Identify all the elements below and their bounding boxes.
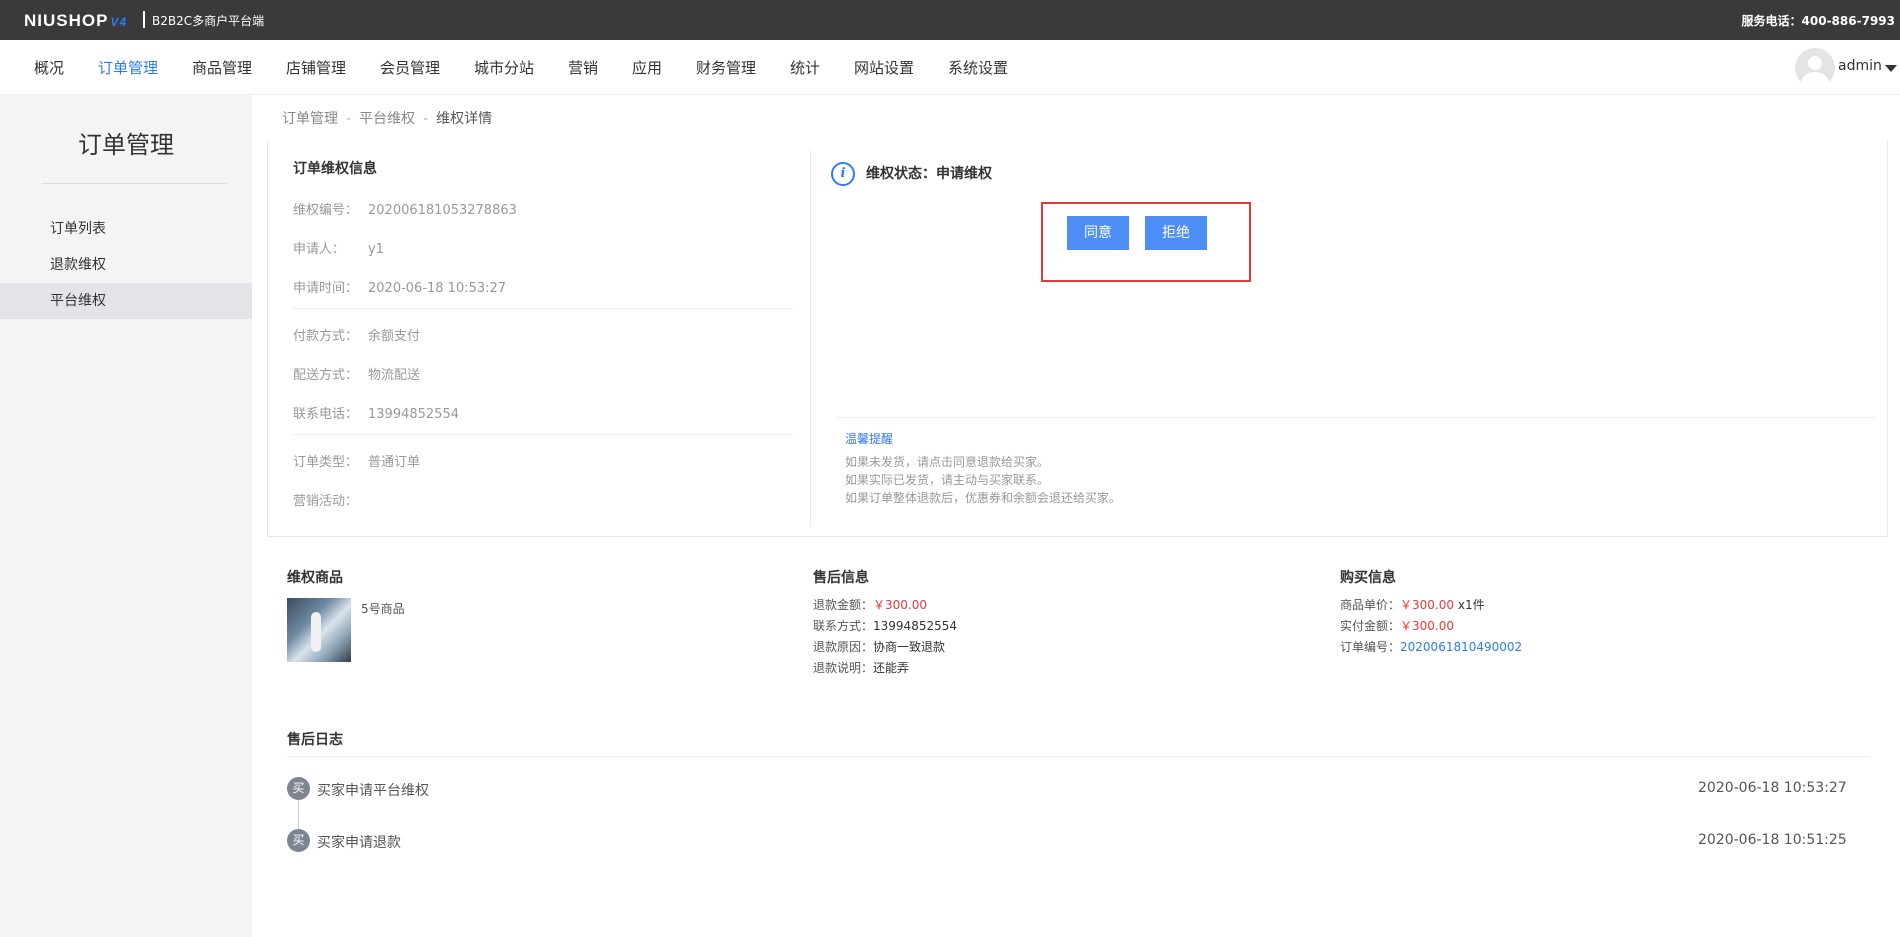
agree-button[interactable]: 同意 [1067, 216, 1129, 250]
paid-amount: ￥300.00 [1400, 619, 1455, 633]
purchase-section-title: 购买信息 [1340, 570, 1396, 586]
nav-overview[interactable]: 概况 [34, 57, 64, 78]
refund-remark: 还能弄 [873, 661, 910, 675]
buyer-badge-icon: 买 [287, 777, 310, 800]
tip-text: 如果订单整体退款后，优惠券和余额会退还给买家。 [845, 491, 1122, 505]
chevron-down-icon[interactable] [1885, 65, 1897, 72]
nav-member-management[interactable]: 会员管理 [380, 57, 440, 78]
reject-button[interactable]: 拒绝 [1145, 216, 1207, 250]
unit-price: ￥300.00 [1400, 598, 1455, 612]
unit-price-row: 商品单价：￥300.00 x1件 [1340, 598, 1485, 612]
after-sale-section-title: 售后信息 [813, 570, 869, 586]
divider [293, 434, 793, 435]
log-entry-text: 买家申请平台维权 [317, 783, 429, 799]
nav-apps[interactable]: 应用 [632, 57, 662, 78]
contact-phone: 13994852554 [368, 407, 459, 422]
timeline-connector [298, 800, 299, 832]
nav-order-management[interactable]: 订单管理 [98, 57, 158, 78]
order-type-row: 订单类型： 普通订单 [293, 455, 421, 470]
nav-shop-management[interactable]: 店铺管理 [286, 57, 346, 78]
nav-goods-management[interactable]: 商品管理 [192, 57, 252, 78]
payment-method-row: 付款方式： 余额支付 [293, 329, 421, 344]
apply-time: 2020-06-18 10:53:27 [368, 281, 507, 296]
refund-amount-row: 退款金额：￥300.00 [813, 598, 928, 612]
panel-divider [810, 150, 811, 526]
sidebar-item-order-list[interactable]: 订单列表 [0, 211, 252, 247]
sidebar-divider [42, 183, 227, 184]
delivery-method: 物流配送 [368, 368, 421, 383]
contact-phone-row: 联系电话： 13994852554 [293, 407, 459, 422]
delivery-method-row: 配送方式： 物流配送 [293, 368, 421, 383]
goods-section-title: 维权商品 [287, 570, 343, 586]
user-name[interactable]: admin [1838, 58, 1882, 74]
apply-time-row: 申请时间： 2020-06-18 10:53:27 [293, 281, 507, 296]
rights-info-title: 订单维权信息 [293, 161, 377, 177]
log-entry-text: 买家申请退款 [317, 835, 401, 851]
nav-system-settings[interactable]: 系统设置 [948, 57, 1008, 78]
paid-amount-row: 实付金额：￥300.00 [1340, 619, 1455, 633]
buyer-badge-icon: 买 [287, 829, 310, 852]
service-hotline: 服务电话：400-886-7993 [1741, 14, 1895, 28]
sidebar-item-platform-rights[interactable]: 平台维权 [0, 283, 252, 319]
goods-image[interactable] [287, 598, 351, 662]
rights-number-row: 维权编号： 202006181053278863 [293, 203, 517, 218]
divider [293, 308, 793, 309]
platform-subtitle: B2B2C多商户平台端 [152, 14, 265, 28]
divider [287, 756, 1869, 757]
nav-city-branch[interactable]: 城市分站 [474, 57, 534, 78]
rights-number: 202006181053278863 [368, 203, 517, 218]
applicant-row: 申请人： y1 [293, 242, 384, 257]
top-bar: NIUSHOP V4 B2B2C多商户平台端 服务电话：400-886-7993 [0, 0, 1900, 40]
applicant: y1 [368, 242, 384, 257]
tip-text: 如果实际已发货，请主动与买家联系。 [845, 473, 1050, 487]
promotion-row: 营销活动： [293, 494, 359, 509]
tips-title: 温馨提醒 [845, 432, 894, 446]
quantity: x1件 [1457, 598, 1485, 612]
info-icon: i [831, 162, 855, 186]
payment-method: 余额支付 [368, 329, 421, 344]
nav-marketing[interactable]: 营销 [568, 57, 598, 78]
log-entry-time: 2020-06-18 10:51:25 [1698, 832, 1847, 848]
main-nav: 概况 订单管理 商品管理 店铺管理 会员管理 城市分站 营销 应用 财务管理 统… [0, 40, 1900, 95]
refund-amount: ￥300.00 [873, 598, 928, 612]
contact: 13994852554 [873, 619, 957, 633]
nav-finance[interactable]: 财务管理 [696, 57, 756, 78]
nav-statistics[interactable]: 统计 [790, 57, 820, 78]
divider [836, 417, 1876, 418]
order-number-link[interactable]: 2020061810490002 [1400, 640, 1522, 654]
sidebar-item-refund-rights[interactable]: 退款维权 [0, 247, 252, 283]
sidebar: 订单管理 订单列表 退款维权 平台维权 [0, 95, 252, 937]
order-number-row: 订单编号：2020061810490002 [1340, 640, 1523, 654]
breadcrumb-order-management[interactable]: 订单管理 [282, 111, 338, 127]
user-avatar[interactable] [1795, 48, 1835, 88]
refund-reason: 协商一致退款 [873, 640, 946, 654]
sidebar-title: 订单管理 [78, 131, 174, 159]
refund-reason-row: 退款原因：协商一致退款 [813, 640, 946, 654]
order-type: 普通订单 [368, 455, 421, 470]
rights-status: 维权状态：申请维权 [866, 166, 992, 182]
breadcrumb-platform-rights[interactable]: 平台维权 [359, 111, 415, 127]
breadcrumb: 订单管理 - 平台维权 - 维权详情 [282, 111, 493, 127]
logo-divider [143, 11, 145, 28]
log-entry-time: 2020-06-18 10:53:27 [1698, 780, 1847, 796]
contact-row: 联系方式：13994852554 [813, 619, 957, 633]
rights-detail-panel: 订单维权信息 维权编号： 202006181053278863 申请人： y1 申请… [267, 140, 1888, 537]
tip-text: 如果未发货，请点击同意退款给买家。 [845, 455, 1050, 469]
refund-remark-row: 退款说明：还能弄 [813, 661, 910, 675]
brand-logo[interactable]: NIUSHOP V4 [24, 11, 127, 31]
nav-site-settings[interactable]: 网站设置 [854, 57, 914, 78]
goods-name[interactable]: 5号商品 [361, 600, 405, 617]
breadcrumb-current: 维权详情 [436, 111, 493, 127]
log-section-title: 售后日志 [287, 732, 343, 748]
